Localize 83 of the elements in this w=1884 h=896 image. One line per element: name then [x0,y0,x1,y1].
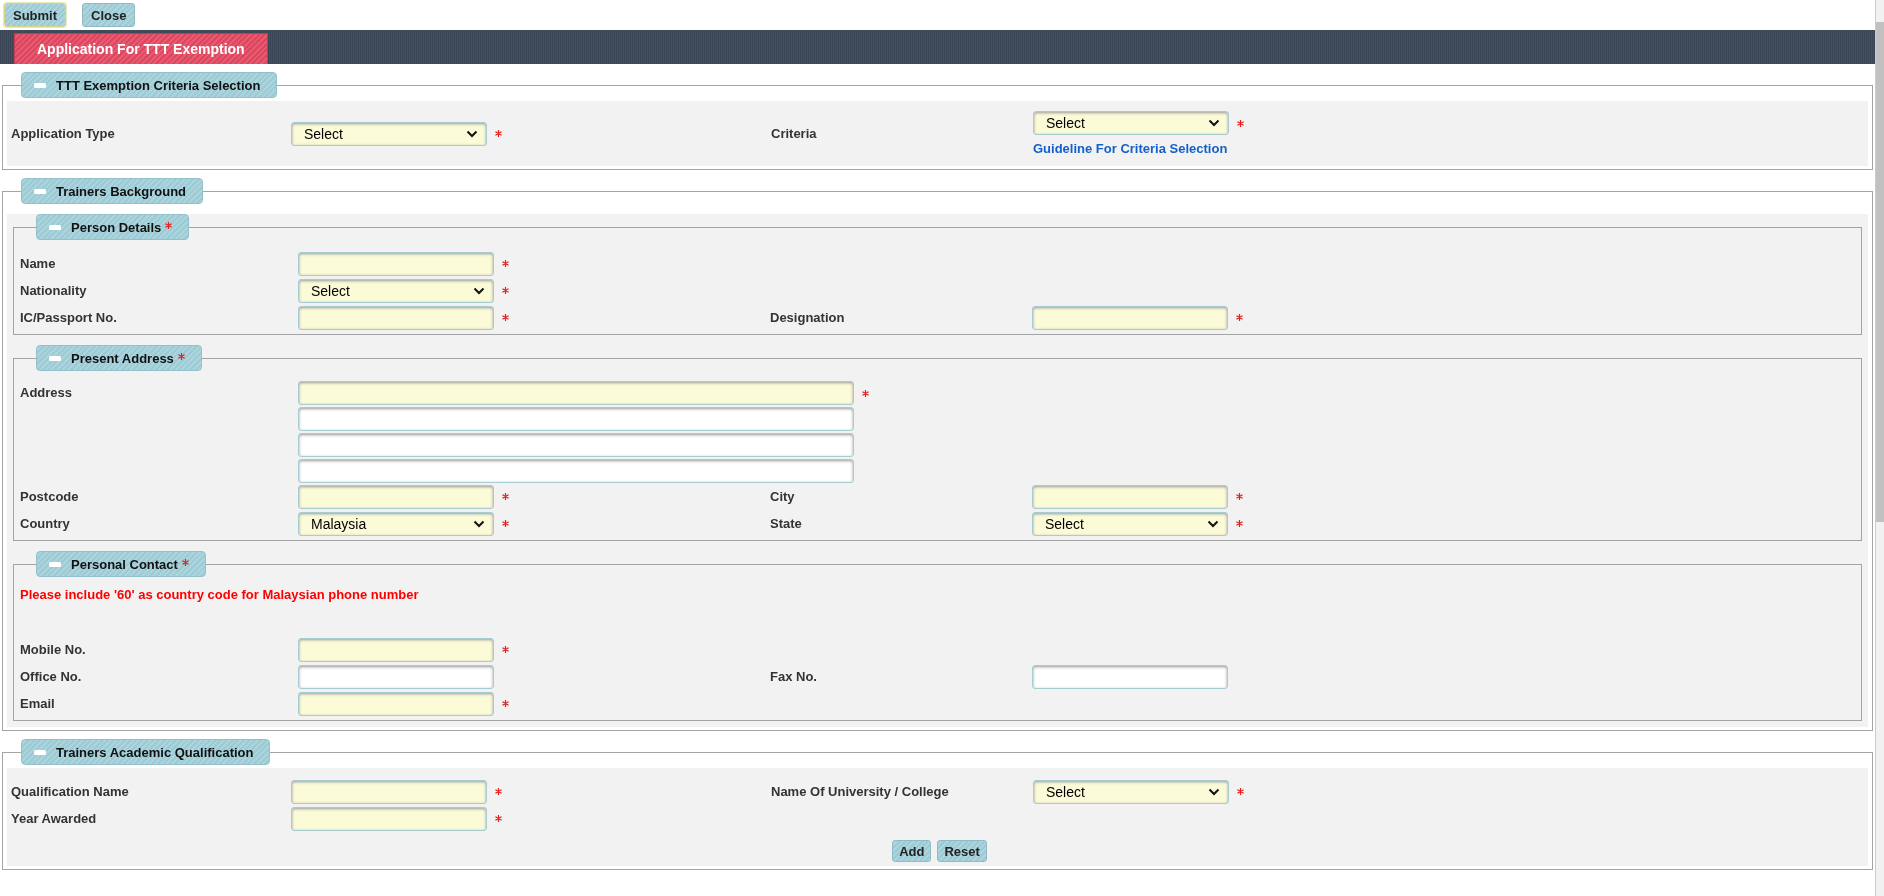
text-field[interactable] [298,305,494,330]
field-label: IC/Passport No. [20,310,118,325]
required-asterisk-icon [165,221,173,229]
select-field[interactable]: Select [291,121,487,146]
required-asterisk-icon [502,493,509,500]
chevron-down-icon [1208,119,1220,127]
required-asterisk-icon [502,314,509,321]
required-asterisk-icon [862,389,869,397]
subsection-header[interactable]: Present Address [36,345,202,371]
field-label: Name [20,256,57,271]
guideline-link[interactable]: Guideline For Criteria Selection [1033,141,1244,156]
required-asterisk-icon [495,130,502,137]
section-header[interactable]: Trainers Academic Qualification [21,739,271,765]
text-field[interactable] [298,691,494,716]
required-asterisk-icon [502,520,509,527]
required-asterisk-icon [181,558,189,566]
text-field[interactable] [291,779,487,804]
section-header[interactable]: Trainers Background [21,178,204,204]
required-asterisk-icon [1236,520,1243,527]
required-asterisk-icon [502,646,509,653]
required-asterisk-icon [495,815,502,822]
required-asterisk-icon [1237,119,1244,127]
subsection-header[interactable]: Personal Contact [36,551,206,577]
field-label: Qualification Name [11,784,130,799]
address-field[interactable] [298,433,854,457]
field-label: Postcode [20,489,80,504]
text-field[interactable] [298,664,494,689]
text-field[interactable] [1032,484,1228,509]
required-asterisk-icon [502,260,509,267]
text-field[interactable] [298,484,494,509]
select-field[interactable]: Malaysia [298,511,494,536]
field-label: Fax No. [770,669,818,684]
select-field[interactable]: Select [298,278,494,303]
field-label: Criteria [771,126,818,141]
chevron-down-icon [1208,787,1220,796]
field-label: City [770,489,796,504]
minus-icon [49,224,61,230]
minus-icon [34,749,46,755]
field-label: Application Type [11,126,116,141]
text-field[interactable] [291,806,487,831]
required-asterisk-icon [502,700,509,707]
phone-note: Please include '60' as country code for Malaysian phone number [20,587,420,602]
select-field[interactable]: Select [1032,511,1228,536]
required-asterisk-icon [1236,493,1243,500]
chevron-down-icon [473,286,485,295]
minus-icon [34,188,46,194]
field-label: State [770,516,803,531]
text-field[interactable] [298,637,494,662]
minus-icon [49,355,61,361]
text-field[interactable] [1032,305,1228,330]
field-label: Country [20,516,71,531]
field-label: Year Awarded [11,811,98,826]
address-field[interactable] [298,381,854,405]
chevron-down-icon [1207,519,1219,528]
form-button[interactable]: Add [892,840,932,862]
toolbar-button[interactable]: Close [82,3,136,27]
field-label: Office No. [20,669,83,684]
address-field[interactable] [298,459,854,483]
address-field[interactable] [298,407,854,431]
section-header[interactable]: TTT Exemption Criteria Selection [21,72,278,98]
subsection-header[interactable]: Person Details [36,214,190,240]
field-label: Email [20,696,56,711]
field-label: Mobile No. [20,642,87,657]
required-asterisk-icon [1236,314,1243,321]
page-tab[interactable]: Application For TTT Exemption [14,33,268,64]
select-field[interactable]: Select [1033,779,1229,804]
field-label: Nationality [20,283,88,298]
field-label: Designation [770,310,846,325]
minus-icon [34,82,46,88]
form-button[interactable]: Reset [937,840,987,862]
chevron-down-icon [466,129,478,138]
field-label: Address [20,384,74,400]
required-asterisk-icon [495,788,502,795]
text-field[interactable] [1032,664,1228,689]
select-field[interactable]: Select [1033,111,1229,135]
field-label: Name Of University / College [771,784,950,799]
required-asterisk-icon [177,352,185,360]
text-field[interactable] [298,251,494,276]
minus-icon [49,561,61,567]
toolbar-button[interactable]: Submit [4,3,67,27]
required-asterisk-icon [1237,788,1244,795]
chevron-down-icon [473,519,485,528]
required-asterisk-icon [502,287,509,294]
